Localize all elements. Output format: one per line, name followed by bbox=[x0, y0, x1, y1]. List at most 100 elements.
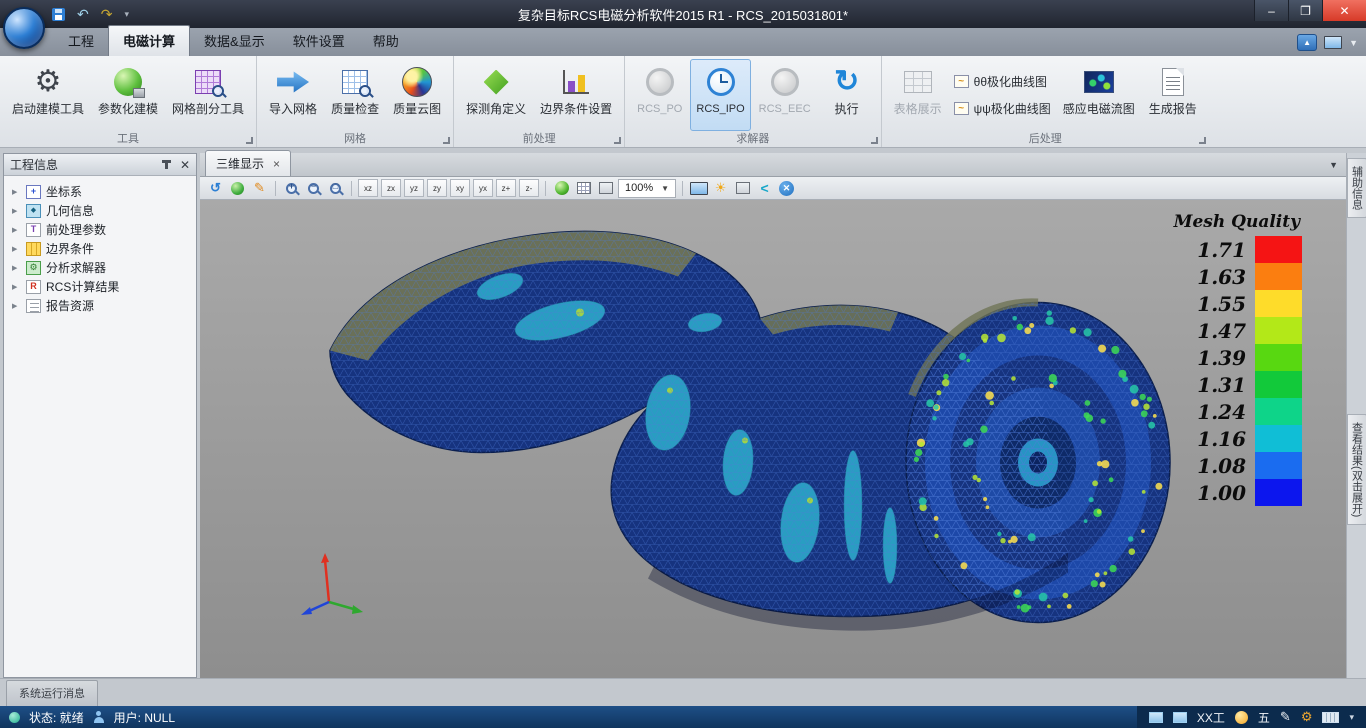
boundary-setting-button[interactable]: 边界条件设置 bbox=[534, 59, 618, 131]
fit-view-icon[interactable] bbox=[228, 179, 247, 198]
theta-polar-curve-button[interactable]: ~ θθ极化曲线图 bbox=[954, 73, 1051, 90]
tree-item-solver[interactable]: ▶ 分析求解器 bbox=[6, 258, 194, 277]
expander-icon[interactable]: ▶ bbox=[12, 245, 21, 253]
close-icon[interactable]: ✕ bbox=[180, 159, 190, 171]
tab-help[interactable]: 帮助 bbox=[359, 26, 413, 56]
close-button[interactable]: ✕ bbox=[1322, 0, 1366, 21]
quality-cloud-button[interactable]: 质量云图 bbox=[387, 59, 447, 131]
launch-modeler-button[interactable]: ⚙ 启动建模工具 bbox=[6, 59, 90, 131]
redo-icon[interactable]: ↷ bbox=[101, 7, 113, 21]
undo-icon[interactable]: ↶ bbox=[77, 7, 89, 21]
probe-angle-button[interactable]: 探测角定义 bbox=[460, 59, 532, 131]
curve-chart-icon: ~ bbox=[954, 102, 969, 115]
tab-3d-display[interactable]: 三维显示 × bbox=[205, 150, 291, 176]
rcs-ipo-button[interactable]: RCS_IPO bbox=[690, 59, 750, 131]
generate-report-button[interactable]: 生成报告 bbox=[1143, 59, 1203, 131]
display-icon[interactable] bbox=[1324, 36, 1342, 49]
view-preset-button[interactable]: z- bbox=[519, 179, 539, 197]
light-icon[interactable]: ☀ bbox=[711, 179, 730, 198]
legend-swatch bbox=[1255, 371, 1302, 398]
legend-swatch bbox=[1255, 344, 1302, 371]
shaded-view-icon[interactable] bbox=[552, 179, 571, 198]
close-icon[interactable]: × bbox=[273, 158, 280, 170]
expander-icon[interactable]: ▶ bbox=[12, 283, 21, 291]
view-preset-button[interactable]: yz bbox=[404, 179, 424, 197]
qat-dropdown-icon[interactable]: ▾ bbox=[124, 9, 129, 20]
chevron-down-icon[interactable]: ▾ bbox=[1349, 712, 1354, 723]
project-info-panel: 工程信息 ✕ ▶ 坐标系 ▶ 几何信息 ▶ 前处理参数 ▶ bbox=[3, 153, 197, 678]
expander-icon[interactable]: ▶ bbox=[12, 264, 21, 272]
panels-icon[interactable] bbox=[733, 179, 752, 198]
sun-icon[interactable] bbox=[1235, 711, 1248, 724]
aux-info-vertical-tab[interactable]: 辅助信息 bbox=[1347, 158, 1366, 218]
import-mesh-button[interactable]: 导入网格 bbox=[263, 59, 323, 131]
tree-item-preprocess-params[interactable]: ▶ 前处理参数 bbox=[6, 220, 194, 239]
tab-data-display[interactable]: 数据&显示 bbox=[190, 26, 279, 56]
grid-magnifier-icon bbox=[337, 64, 373, 100]
tree-item-report-resources[interactable]: ▶ 报告资源 bbox=[6, 296, 194, 315]
snapshot-icon[interactable] bbox=[689, 179, 708, 198]
dialog-launcher-icon[interactable] bbox=[871, 137, 878, 144]
tree-item-geometry-info[interactable]: ▶ 几何信息 bbox=[6, 201, 194, 220]
close-view-icon[interactable]: ✕ bbox=[777, 179, 796, 198]
psi-polar-curve-button[interactable]: ~ ψψ极化曲线图 bbox=[954, 100, 1051, 117]
tree-item-rcs-results[interactable]: ▶ RCS计算结果 bbox=[6, 277, 194, 296]
zoom-window-icon[interactable]: □ bbox=[326, 179, 345, 198]
app-logo-orb[interactable] bbox=[3, 7, 45, 49]
keyboard-icon[interactable] bbox=[1322, 712, 1339, 723]
edit-icon[interactable]: ✎ bbox=[250, 179, 269, 198]
dialog-launcher-icon[interactable] bbox=[1199, 137, 1206, 144]
maximize-button[interactable]: ❐ bbox=[1288, 0, 1322, 21]
import-arrow-icon bbox=[275, 64, 311, 100]
status-text: 状态: 就绪 bbox=[29, 709, 84, 726]
view-preset-button[interactable]: z+ bbox=[496, 179, 516, 197]
wireframe-view-icon[interactable] bbox=[574, 179, 593, 198]
zoom-out-icon[interactable]: − bbox=[304, 179, 323, 198]
view-preset-button[interactable]: xz bbox=[358, 179, 378, 197]
ribbon-collapse-icon[interactable]: ▲ bbox=[1297, 34, 1317, 51]
zoom-level-select[interactable]: 100% ▼ bbox=[618, 179, 676, 198]
window-icon[interactable] bbox=[1149, 712, 1163, 723]
view-preset-button[interactable]: yx bbox=[473, 179, 493, 197]
ime-mode-label[interactable]: 五 bbox=[1258, 709, 1270, 726]
tree-item-coordinate-system[interactable]: ▶ 坐标系 bbox=[6, 182, 194, 201]
induced-current-map-button[interactable]: 感应电磁流图 bbox=[1057, 59, 1141, 131]
viewport-3d[interactable]: Mesh Quality 1.71 1.63 1.55 1.47 1.39 1.… bbox=[200, 200, 1346, 678]
pen-icon[interactable]: ✎ bbox=[1280, 709, 1291, 725]
tab-project[interactable]: 工程 bbox=[54, 26, 108, 56]
dialog-launcher-icon[interactable] bbox=[246, 137, 253, 144]
tab-software-settings[interactable]: 软件设置 bbox=[279, 26, 359, 56]
mesh-tool-button[interactable]: 网格剖分工具 bbox=[166, 59, 250, 131]
rcs-eec-button[interactable]: RCS_EEC bbox=[753, 59, 817, 131]
project-tree: ▶ 坐标系 ▶ 几何信息 ▶ 前处理参数 ▶ 边界条件 ▶ bbox=[4, 176, 196, 321]
tab-em-compute[interactable]: 电磁计算 bbox=[108, 25, 190, 56]
view-preset-button[interactable]: xy bbox=[450, 179, 470, 197]
chevron-down-icon[interactable]: ▼ bbox=[1349, 38, 1358, 48]
window-icon[interactable] bbox=[1173, 712, 1187, 723]
expander-icon[interactable]: ▶ bbox=[12, 188, 21, 196]
tree-item-boundary-conditions[interactable]: ▶ 边界条件 bbox=[6, 239, 194, 258]
tab-list-dropdown-icon[interactable]: ▼ bbox=[1329, 160, 1338, 170]
quality-check-button[interactable]: 质量检查 bbox=[325, 59, 385, 131]
table-display-button[interactable]: 表格展示 bbox=[888, 59, 948, 131]
expander-icon[interactable]: ▶ bbox=[12, 226, 21, 234]
gear-icon[interactable]: ⚙ bbox=[1301, 709, 1313, 725]
rcs-po-button[interactable]: RCS_PO bbox=[631, 59, 688, 131]
view-preset-button[interactable]: zy bbox=[427, 179, 447, 197]
expander-icon[interactable]: ▶ bbox=[12, 302, 21, 310]
system-messages-tab[interactable]: 系统运行消息 bbox=[6, 680, 98, 706]
minimize-button[interactable]: – bbox=[1254, 0, 1288, 21]
execute-button[interactable]: ↻ 执行 bbox=[819, 59, 875, 131]
parametric-modeling-button[interactable]: 参数化建模 bbox=[92, 59, 164, 131]
share-icon[interactable]: < bbox=[755, 179, 774, 198]
dialog-launcher-icon[interactable] bbox=[614, 137, 621, 144]
view-preset-button[interactable]: zx bbox=[381, 179, 401, 197]
grid-view-icon[interactable] bbox=[596, 179, 615, 198]
rotate-view-icon[interactable]: ↺ bbox=[206, 179, 225, 198]
save-icon[interactable] bbox=[52, 8, 65, 21]
view-results-vertical-tab[interactable]: 查看结果(双击展开) bbox=[1347, 414, 1366, 525]
zoom-in-icon[interactable]: + bbox=[282, 179, 301, 198]
expander-icon[interactable]: ▶ bbox=[12, 207, 21, 215]
pin-icon[interactable] bbox=[165, 160, 168, 169]
dialog-launcher-icon[interactable] bbox=[443, 137, 450, 144]
